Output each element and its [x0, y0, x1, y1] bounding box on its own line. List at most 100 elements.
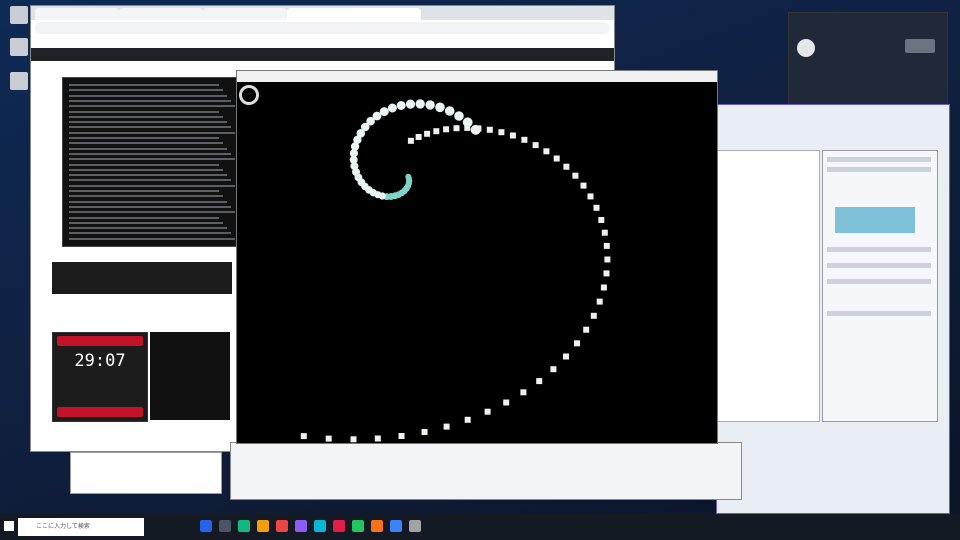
terminal-line	[69, 168, 223, 171]
taskbar-app-icon[interactable]	[333, 520, 345, 532]
spiral-dot	[598, 217, 605, 223]
notification-window[interactable]	[788, 12, 948, 106]
lower-window[interactable]	[230, 442, 742, 500]
small-dialog-window[interactable]	[70, 452, 222, 494]
spiral-dot	[536, 378, 543, 385]
taskbar: ここに入力して検索	[0, 514, 960, 540]
browser-tab[interactable]	[119, 8, 203, 20]
spiral-dot	[503, 399, 510, 406]
spiral-dot	[464, 124, 471, 131]
terminal-line	[69, 147, 227, 150]
spiral-dot	[407, 137, 414, 144]
terminal-line	[69, 211, 235, 214]
terminal-line	[69, 179, 231, 182]
start-button-icon[interactable]	[4, 521, 14, 531]
canvas-window-titlebar[interactable]	[237, 71, 717, 82]
taskbar-app-icon[interactable]	[390, 520, 402, 532]
spiral-dot	[443, 126, 450, 133]
terminal-line	[69, 174, 227, 177]
terminal-line	[69, 137, 219, 139]
spiral-dot	[415, 99, 425, 109]
property-row[interactable]	[827, 311, 931, 316]
spiral-dot	[543, 148, 550, 155]
spiral-dot	[563, 163, 570, 170]
spiral-dot	[583, 326, 590, 333]
app-icon[interactable]	[10, 72, 28, 90]
terminal-line	[69, 152, 231, 155]
animation-canvas-window[interactable]	[236, 70, 718, 444]
property-row[interactable]	[827, 247, 931, 252]
video-player-bar[interactable]	[52, 262, 232, 294]
property-row[interactable]	[827, 263, 931, 268]
spiral-dot	[325, 435, 332, 442]
browser-tab[interactable]	[35, 8, 119, 20]
spiral-dot	[405, 99, 416, 109]
taskbar-app-icon[interactable]	[352, 520, 364, 532]
spiral-dot	[387, 103, 397, 113]
terminal-line	[69, 89, 223, 92]
notification-action-button[interactable]	[905, 39, 935, 53]
spiral-dot	[453, 125, 460, 132]
spiral-dot	[572, 172, 579, 179]
address-bar[interactable]	[35, 22, 610, 34]
browser-tab-active[interactable]	[287, 8, 421, 20]
spiral-dot	[596, 298, 603, 305]
spiral-dot	[475, 125, 482, 132]
terminal-line	[69, 227, 227, 230]
spiral-dot	[425, 100, 435, 110]
terminal-line	[69, 205, 231, 208]
spiral-dot	[443, 423, 450, 430]
taskbar-app-icon[interactable]	[257, 520, 269, 532]
spiral-dot	[574, 340, 580, 347]
property-preview	[835, 207, 915, 233]
taskbar-app-icon[interactable]	[295, 520, 307, 532]
taskbar-app-icon[interactable]	[314, 520, 326, 532]
property-row[interactable]	[827, 167, 931, 172]
terminal-line	[69, 216, 219, 219]
property-row[interactable]	[827, 279, 931, 284]
outer-spiral	[300, 124, 611, 443]
terminal-line	[69, 121, 227, 124]
spiral-dot	[484, 408, 491, 415]
spiral-dot	[498, 129, 505, 136]
spiral-dot	[563, 353, 569, 360]
spiral-dot	[379, 107, 389, 117]
ide-editor-pane[interactable]	[716, 150, 820, 422]
terminal-line	[69, 115, 223, 118]
terminal-line	[69, 142, 223, 145]
spiral-dot	[486, 126, 493, 133]
spiral-dot	[603, 270, 610, 277]
spiral-dot	[396, 101, 406, 110]
taskbar-app-icon[interactable]	[276, 520, 288, 532]
spiral-dot	[398, 433, 405, 439]
ide-properties-pane[interactable]	[822, 150, 938, 422]
recycle-bin-icon[interactable]	[10, 6, 28, 24]
spiral-dot	[415, 134, 422, 140]
taskbar-app-icon[interactable]	[371, 520, 383, 532]
bookmarks-bar[interactable]	[31, 48, 614, 61]
spiral-dot	[454, 111, 464, 121]
browser-tab[interactable]	[203, 8, 287, 20]
taskbar-app-icon[interactable]	[219, 520, 231, 532]
spiral-dot	[444, 106, 455, 116]
terminal-line	[69, 94, 227, 97]
spiral-dot	[553, 155, 560, 162]
taskbar-app-icon[interactable]	[409, 520, 421, 532]
timer-stop-button[interactable]	[57, 407, 143, 417]
property-row[interactable]	[827, 157, 931, 162]
spiral-dot	[421, 429, 428, 435]
terminal-line	[69, 190, 219, 192]
spiral-dot	[509, 132, 516, 139]
file-icon[interactable]	[10, 38, 28, 56]
spiral-dot	[593, 204, 600, 211]
taskbar-app-icon[interactable]	[238, 520, 250, 532]
terminal-line	[69, 195, 223, 198]
terminal-line	[69, 84, 219, 86]
taskbar-app-icon[interactable]	[200, 520, 212, 532]
terminal-window[interactable]	[62, 77, 239, 247]
taskbar-search-input[interactable]: ここに入力して検索	[18, 518, 144, 536]
spiral-dot	[521, 136, 528, 143]
terminal-line	[69, 126, 231, 129]
timer-widget[interactable]: 29:07	[52, 332, 148, 422]
timer-header	[57, 336, 143, 346]
